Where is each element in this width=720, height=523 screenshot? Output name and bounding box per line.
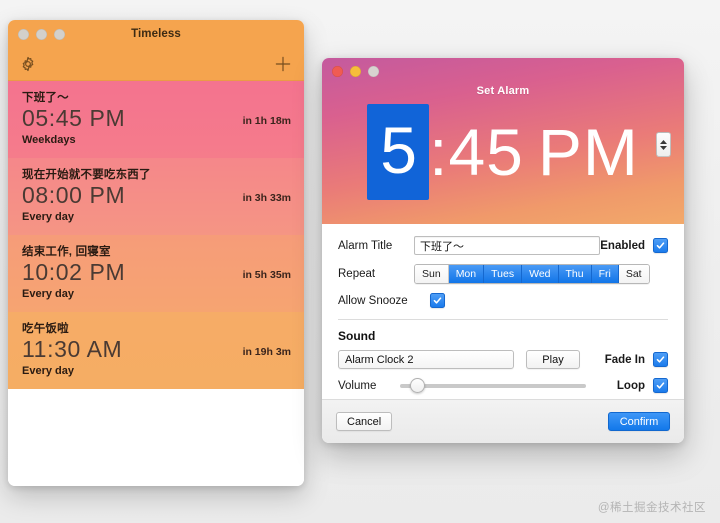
alarm-countdown: in 5h 35m — [242, 269, 291, 281]
enabled-checkbox[interactable] — [653, 238, 668, 253]
alarm-repeat: Every day — [22, 287, 74, 300]
alarm-list-item[interactable]: 下班了～ 05:45 PM Weekdays in 1h 18m — [8, 81, 304, 158]
alarm-countdown: in 19h 3m — [242, 346, 291, 358]
alarm-list[interactable]: 下班了～ 05:45 PM Weekdays in 1h 18m 现在开始就不要… — [8, 81, 304, 486]
loop-label: Loop — [616, 379, 645, 392]
repeat-row: Repeat Sun Mon Tues Wed Thu Fri Sat — [338, 264, 668, 284]
time-separator: : — [429, 115, 449, 189]
timeless-toolbar — [8, 48, 304, 81]
alarm-countdown: in 1h 18m — [242, 115, 291, 127]
set-alarm-form: Alarm Title 下班了～ Enabled Repeat Sun Mon … — [322, 224, 684, 393]
sound-select-row: Alarm Clock 2 Play Fade In — [338, 350, 668, 369]
alarm-repeat: Every day — [22, 210, 74, 223]
gear-icon[interactable] — [19, 55, 37, 73]
minimize-button[interactable] — [350, 66, 361, 77]
fade-in-checkbox[interactable] — [653, 352, 668, 367]
repeat-day-thu[interactable]: Thu — [558, 265, 592, 283]
repeat-day-sat[interactable]: Sat — [618, 265, 649, 283]
stepper-up-down-icon[interactable] — [656, 132, 671, 157]
confirm-button[interactable]: Confirm — [608, 412, 670, 431]
volume-row: Volume Loop — [338, 378, 668, 393]
zoom-button[interactable] — [368, 66, 379, 77]
alarm-repeat: Weekdays — [22, 133, 76, 146]
alarm-title: 吃午饭啦 — [22, 323, 69, 335]
time-picker[interactable]: 5 : 45 PM — [322, 104, 684, 200]
volume-slider[interactable] — [400, 378, 586, 393]
desktop-background: Timeless 下班了～ 05:45 PM Weekdays in 1h 18… — [0, 0, 720, 523]
watermark: @稀土掘金技术社区 — [597, 502, 706, 514]
repeat-day-sun[interactable]: Sun — [415, 265, 449, 283]
allow-snooze-checkbox[interactable] — [430, 293, 445, 308]
close-button[interactable] — [332, 66, 343, 77]
repeat-day-tues[interactable]: Tues — [484, 265, 523, 283]
set-alarm-footer: Cancel Confirm — [322, 399, 684, 443]
alarm-title: 下班了～ — [22, 92, 69, 104]
repeat-day-fri[interactable]: Fri — [591, 265, 619, 283]
alarm-title-input[interactable]: 下班了～ — [414, 236, 601, 255]
set-alarm-window-title: Set Alarm — [476, 85, 530, 97]
repeat-day-mon[interactable]: Mon — [448, 265, 485, 283]
repeat-day-wed[interactable]: Wed — [522, 265, 559, 283]
timeless-titlebar: Timeless — [8, 20, 304, 48]
plus-icon[interactable] — [273, 54, 293, 74]
alarm-title-row: Alarm Title 下班了～ Enabled — [338, 236, 668, 255]
allow-snooze-label: Allow Snooze — [338, 294, 408, 307]
loop-checkbox[interactable] — [653, 378, 668, 393]
timeless-window-title: Timeless — [131, 28, 181, 40]
cancel-button[interactable]: Cancel — [336, 412, 393, 431]
minute-field[interactable]: 45 — [448, 119, 523, 185]
enabled-label: Enabled — [600, 239, 645, 252]
volume-label: Volume — [338, 379, 377, 392]
allow-snooze-row: Allow Snooze — [338, 293, 668, 308]
alarm-list-item[interactable]: 结束工作, 回寝室 10:02 PM Every day in 5h 35m — [8, 235, 304, 312]
volume-track — [400, 383, 586, 388]
alarm-list-item[interactable]: 现在开始就不要吃东西了 08:00 PM Every day in 3h 33m — [8, 158, 304, 235]
timeless-window: Timeless 下班了～ 05:45 PM Weekdays in 1h 18… — [8, 20, 304, 486]
set-alarm-traffic-lights[interactable] — [332, 66, 379, 77]
repeat-day-selector[interactable]: Sun Mon Tues Wed Thu Fri Sat — [414, 264, 650, 284]
set-alarm-hero: Set Alarm 5 : 45 PM — [322, 58, 684, 224]
meridiem-field[interactable]: PM — [538, 119, 639, 185]
alarm-repeat: Every day — [22, 364, 74, 377]
alarm-countdown: in 3h 33m — [242, 192, 291, 204]
alarm-title: 结束工作, 回寝室 — [22, 246, 111, 258]
play-button[interactable]: Play — [526, 350, 580, 369]
sound-select[interactable]: Alarm Clock 2 — [338, 350, 514, 369]
alarm-title: 现在开始就不要吃东西了 — [22, 169, 151, 181]
sound-section-title: Sound — [338, 329, 376, 343]
set-alarm-window: Set Alarm 5 : 45 PM Alarm Title 下班了～ Ena… — [322, 58, 684, 443]
volume-knob[interactable] — [410, 378, 425, 393]
repeat-label: Repeat — [338, 268, 376, 280]
alarm-title-label: Alarm Title — [338, 239, 393, 252]
hour-field[interactable]: 5 — [367, 104, 430, 200]
fade-in-label: Fade In — [604, 353, 645, 366]
form-divider — [338, 319, 668, 320]
alarm-list-item[interactable]: 吃午饭啦 11:30 AM Every day in 19h 3m — [8, 312, 304, 389]
